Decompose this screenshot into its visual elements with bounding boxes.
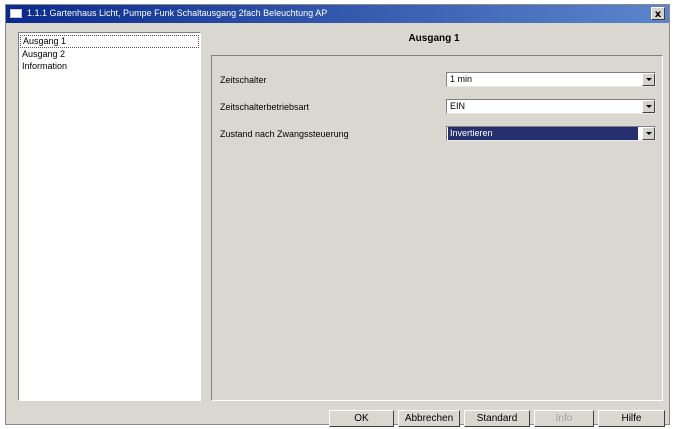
parameter-page-list[interactable]: Ausgang 1 Ausgang 2 Information	[18, 32, 201, 401]
title-bar[interactable]: 1.1.1 Gartenhaus Licht, Pumpe Funk Schal…	[6, 5, 669, 23]
select-value: EIN	[450, 101, 466, 111]
chevron-down-icon[interactable]	[642, 127, 655, 140]
zustand-nach-zwangssteuerung-select[interactable]: Invertieren	[446, 126, 656, 141]
page-title: Ausgang 1	[408, 33, 460, 44]
param-label-zustand-nach-zwangssteuerung: Zustand nach Zwangssteuerung	[220, 129, 349, 139]
nav-item-ausgang-2[interactable]: Ausgang 2	[20, 49, 199, 60]
info-button: Info	[534, 410, 594, 427]
cancel-button[interactable]: Abbrechen	[398, 410, 460, 427]
param-label-zeitschalterbetriebsart: Zeitschalterbetriebsart	[220, 102, 310, 112]
parameter-panel: Zeitschalter 1 min Zeitschalterbetriebsa…	[211, 55, 663, 401]
chevron-down-icon[interactable]	[642, 73, 655, 86]
zeitschalter-select[interactable]: 1 min	[446, 72, 656, 87]
dialog-window: 1.1.1 Gartenhaus Licht, Pumpe Funk Schal…	[5, 4, 670, 427]
chevron-down-icon[interactable]	[642, 100, 655, 113]
nav-item-information[interactable]: Information	[20, 61, 199, 72]
ok-button[interactable]: OK	[329, 410, 394, 427]
zeitschalterbetriebsart-select[interactable]: EIN	[446, 99, 656, 114]
param-label-zeitschalter: Zeitschalter	[220, 75, 267, 85]
close-button[interactable]: x	[651, 7, 665, 20]
window-title: 1.1.1 Gartenhaus Licht, Pumpe Funk Schal…	[27, 8, 328, 18]
select-value: Invertieren	[448, 127, 638, 140]
select-value: 1 min	[450, 74, 473, 84]
nav-item-ausgang-1[interactable]: Ausgang 1	[20, 35, 199, 48]
help-button[interactable]: Hilfe	[598, 410, 665, 427]
default-button[interactable]: Standard	[464, 410, 530, 427]
window-icon	[10, 9, 22, 18]
